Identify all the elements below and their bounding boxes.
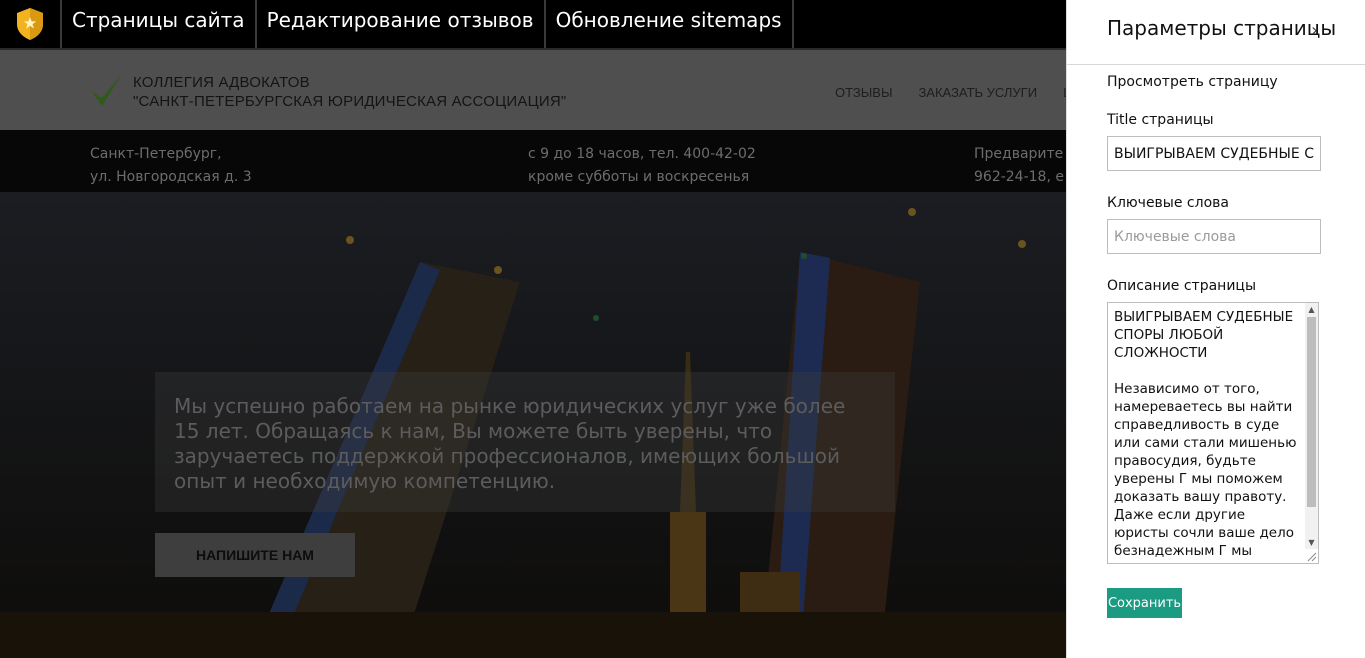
page-title-input[interactable]	[1107, 136, 1321, 171]
panel-header: Параметры страницы ›	[1067, 0, 1365, 65]
scroll-thumb[interactable]	[1307, 317, 1316, 507]
college-name[interactable]: КОЛЛЕГИЯ АДВОКАТОВ "САНКТ-ПЕТЕРБУРГСКАЯ …	[133, 73, 566, 111]
preliminary-contact: Предварите 962-24-18, е	[974, 143, 1064, 189]
view-page-link[interactable]: Просмотреть страницу	[1107, 74, 1278, 90]
hours-line2: кроме субботы и воскресенья	[528, 169, 750, 185]
description-textarea[interactable]: ВЫИГРЫВАЕМ СУДЕБНЫЕ СПОРЫ ЛЮБОЙ СЛОЖНОСТ…	[1107, 302, 1319, 564]
site-nav: ОТЗЫВЫ ЗАКАЗАТЬ УСЛУГИ ЦЕ	[835, 85, 1066, 100]
nav-order-services[interactable]: ЗАКАЗАТЬ УСЛУГИ	[918, 85, 1037, 100]
description-text: ВЫИГРЫВАЕМ СУДЕБНЫЕ СПОРЫ ЛЮБОЙ СЛОЖНОСТ…	[1114, 309, 1297, 559]
admin-toolbar: Страницы сайта Редактирование отзывов Об…	[0, 0, 1066, 50]
tab-site-pages[interactable]: Страницы сайта	[62, 0, 257, 48]
hero-text: Мы успешно работаем на рынке юридических…	[174, 394, 846, 493]
college-name-line1: КОЛЛЕГИЯ АДВОКАТОВ	[133, 74, 310, 91]
checkmark-logo-icon	[92, 74, 122, 106]
preliminary-line2: 962-24-18, е	[974, 169, 1064, 185]
shield-logo-icon	[17, 8, 43, 40]
address: Санкт-Петербург, ул. Новгородская д. 3	[90, 143, 252, 189]
keywords-label: Ключевые слова	[1107, 195, 1229, 211]
tab-edit-reviews[interactable]: Редактирование отзывов	[257, 0, 546, 48]
chevron-right-icon[interactable]: ›	[1311, 20, 1318, 41]
working-hours: с 9 до 18 часов, тел. 400-42-02 кроме су…	[528, 143, 756, 189]
address-line1: Санкт-Петербург,	[90, 146, 222, 162]
write-us-button[interactable]: НАПИШИТЕ НАМ	[155, 533, 355, 577]
keywords-input[interactable]	[1107, 219, 1321, 254]
admin-logo[interactable]	[0, 0, 62, 48]
title-label: Title страницы	[1107, 112, 1214, 128]
scroll-up-icon[interactable]: ▲	[1305, 303, 1318, 316]
scroll-down-icon[interactable]: ▼	[1305, 536, 1318, 549]
contact-bar: Санкт-Петербург, ул. Новгородская д. 3 с…	[0, 130, 1066, 193]
resize-grip-icon[interactable]	[1306, 551, 1317, 562]
description-scrollbar[interactable]: ▲ ▼	[1305, 303, 1318, 549]
hours-line1: с 9 до 18 часов, тел. 400-42-02	[528, 146, 756, 162]
page-parameters-panel: Параметры страницы › Просмотреть страниц…	[1066, 0, 1365, 658]
nav-reviews[interactable]: ОТЗЫВЫ	[835, 85, 892, 100]
tab-update-sitemaps[interactable]: Обновление sitemaps	[546, 0, 794, 48]
address-line2: ул. Новгородская д. 3	[90, 169, 252, 185]
save-button[interactable]: Сохранить	[1107, 588, 1182, 618]
panel-title: Параметры страницы	[1107, 16, 1337, 40]
preliminary-line1: Предварите	[974, 146, 1064, 162]
site-preview: КОЛЛЕГИЯ АДВОКАТОВ "САНКТ-ПЕТЕРБУРГСКАЯ …	[0, 0, 1066, 658]
description-label: Описание страницы	[1107, 278, 1257, 294]
hero-section: Мы успешно работаем на рынке юридических…	[0, 192, 1066, 658]
college-name-line2: "САНКТ-ПЕТЕРБУРГСКАЯ ЮРИДИЧЕСКАЯ АССОЦИА…	[133, 93, 567, 110]
